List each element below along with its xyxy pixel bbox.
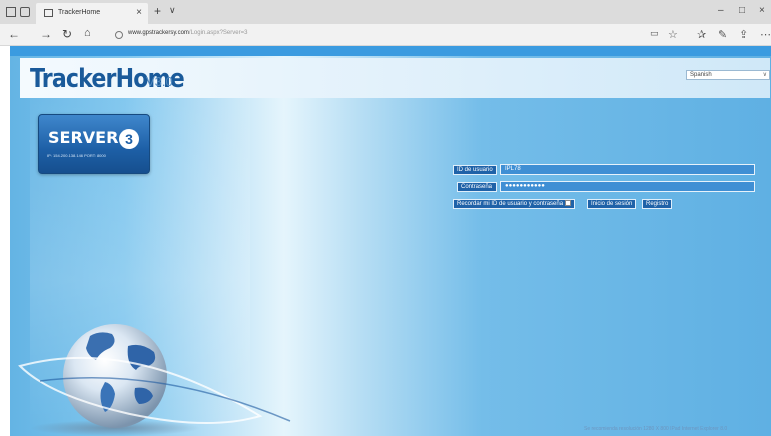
globe-illustration: [18, 324, 291, 436]
window-close-icon[interactable]: ×: [759, 5, 765, 16]
top-band: [10, 46, 771, 56]
login-button[interactable]: Inicio de sesión: [587, 199, 637, 209]
chevron-down-icon[interactable]: ∨: [169, 5, 176, 16]
url-host: www.gpstrackersy.com: [128, 30, 189, 36]
server-ip: IP: 154.200.138.146 PORT: 8000: [47, 153, 106, 158]
page-content: TrackerHome V3.0 Spanish ∨ SERVER 3 IP: …: [10, 46, 771, 436]
remember-me-checkbox[interactable]: [565, 200, 572, 206]
share-icon[interactable]: ⇪: [739, 28, 748, 41]
register-button[interactable]: Registro: [642, 199, 673, 209]
back-icon[interactable]: ←: [8, 27, 20, 41]
favorite-star-icon[interactable]: ☆: [668, 28, 678, 41]
server-number: 3: [119, 129, 139, 149]
remember-me-label[interactable]: Recordar mi ID de usuario y contraseña: [453, 199, 576, 209]
chevron-down-icon: ∨: [762, 72, 767, 78]
browser-tab[interactable]: TrackerHome ×: [36, 3, 148, 24]
language-value: Spanish: [690, 72, 712, 78]
new-tab-icon[interactable]: +: [154, 4, 161, 18]
address-bar[interactable]: www.gpstrackersy.com/Login.aspx?Server=3: [128, 30, 247, 36]
reading-view-icon[interactable]: ▭: [650, 28, 659, 39]
server-badge: SERVER 3 IP: 154.200.138.146 PORT: 8000: [38, 114, 150, 174]
refresh-icon[interactable]: ↻: [62, 27, 72, 41]
tab-preview-icon[interactable]: [6, 7, 16, 17]
tab-title: TrackerHome: [58, 9, 101, 16]
remember-me-text: Recordar mi ID de usuario y contraseña: [457, 201, 564, 207]
notes-icon[interactable]: ✎: [718, 28, 727, 41]
forward-icon[interactable]: →: [40, 27, 52, 41]
back-tabs-icon[interactable]: [20, 7, 30, 17]
browser-toolbar: ← → ↻ ⌂ www.gpstrackersy.com/Login.aspx?…: [0, 24, 771, 46]
close-icon[interactable]: ×: [136, 7, 142, 18]
page-header: TrackerHome V3.0 Spanish ∨: [20, 58, 770, 98]
footer-note: Se recomienda resolución 1280 X 800 IPad…: [584, 426, 728, 432]
user-id-input[interactable]: IPL78: [500, 164, 755, 175]
maximize-icon[interactable]: □: [739, 5, 745, 16]
language-select[interactable]: Spanish ∨: [686, 70, 770, 80]
password-label: Contraseña: [457, 182, 497, 192]
more-icon[interactable]: ⋯: [760, 28, 771, 41]
server-title: SERVER: [48, 128, 119, 147]
minimize-icon[interactable]: –: [718, 5, 724, 16]
browser-tab-strip: TrackerHome × + ∨ – □ ×: [0, 0, 771, 24]
password-input[interactable]: ●●●●●●●●●●●: [500, 181, 755, 192]
favorites-icon[interactable]: ✰: [697, 28, 706, 41]
url-path: /Login.aspx?Server=3: [188, 30, 248, 36]
home-icon[interactable]: ⌂: [84, 27, 91, 39]
site-info-icon[interactable]: [115, 31, 123, 39]
page-icon: [44, 9, 53, 17]
version-label: V3.0: [146, 74, 173, 89]
user-id-label: ID de usuario: [453, 165, 497, 175]
